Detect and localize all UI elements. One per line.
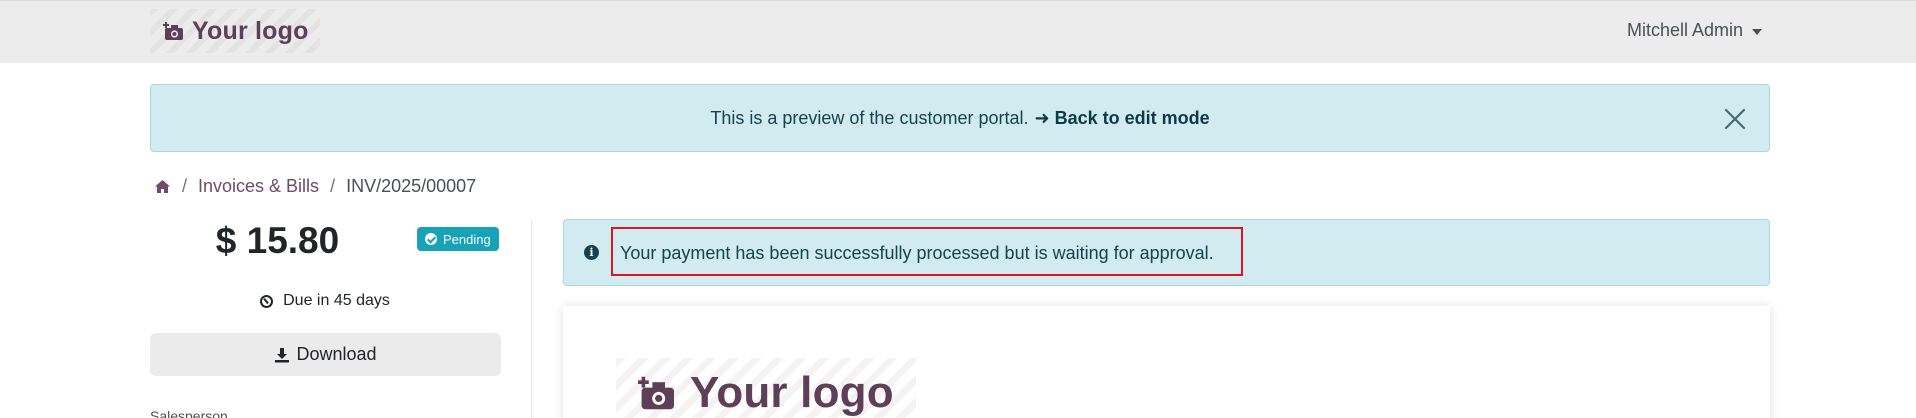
invoice-amount: $ 15.80 bbox=[215, 220, 340, 261]
document-logo: Your logo bbox=[616, 358, 916, 418]
company-logo[interactable]: Your logo bbox=[150, 9, 320, 53]
status-text: Pending bbox=[443, 231, 491, 247]
breadcrumb-separator: / bbox=[330, 176, 336, 196]
breadcrumb: / Invoices & Bills / INV/2025/00007 bbox=[154, 176, 476, 197]
user-menu[interactable]: Mitchell Admin bbox=[1627, 20, 1762, 41]
invoice-document: Your logo bbox=[563, 306, 1770, 418]
alert-message: Your payment has been successfully proce… bbox=[620, 243, 1214, 263]
home-icon[interactable] bbox=[154, 179, 171, 194]
top-navbar: Your logo Mitchell Admin bbox=[0, 0, 1916, 63]
logo-text: Your logo bbox=[192, 16, 309, 45]
document-logo-text: Your logo bbox=[690, 368, 894, 417]
status-badge: Pending bbox=[417, 227, 499, 251]
caret-down-icon bbox=[1752, 28, 1762, 35]
due-text: Due in 45 days bbox=[283, 292, 390, 309]
close-icon[interactable] bbox=[1723, 107, 1747, 131]
preview-message: This is a preview of the customer portal… bbox=[710, 107, 1029, 128]
clock-icon bbox=[260, 294, 274, 308]
check-circle-icon bbox=[425, 233, 437, 245]
download-button[interactable]: Download bbox=[150, 333, 501, 376]
back-to-edit-link[interactable]: ➜ Back to edit mode bbox=[1035, 108, 1210, 129]
sidebar-divider bbox=[531, 220, 532, 418]
breadcrumb-separator: / bbox=[182, 176, 188, 196]
payment-alert: i Your payment has been successfully pro… bbox=[563, 219, 1770, 286]
breadcrumb-invoices[interactable]: Invoices & Bills bbox=[198, 176, 319, 197]
download-label: Download bbox=[296, 344, 377, 364]
camera-plus-icon bbox=[638, 376, 674, 410]
camera-plus-icon bbox=[163, 22, 183, 40]
info-icon: i bbox=[584, 245, 599, 260]
preview-banner: This is a preview of the customer portal… bbox=[150, 84, 1770, 152]
salesperson-label: Salesperson bbox=[150, 408, 228, 418]
user-name: Mitchell Admin bbox=[1626, 20, 1743, 40]
due-date: Due in 45 days bbox=[150, 292, 500, 310]
download-icon bbox=[275, 347, 290, 362]
breadcrumb-current: INV/2025/00007 bbox=[346, 176, 477, 196]
